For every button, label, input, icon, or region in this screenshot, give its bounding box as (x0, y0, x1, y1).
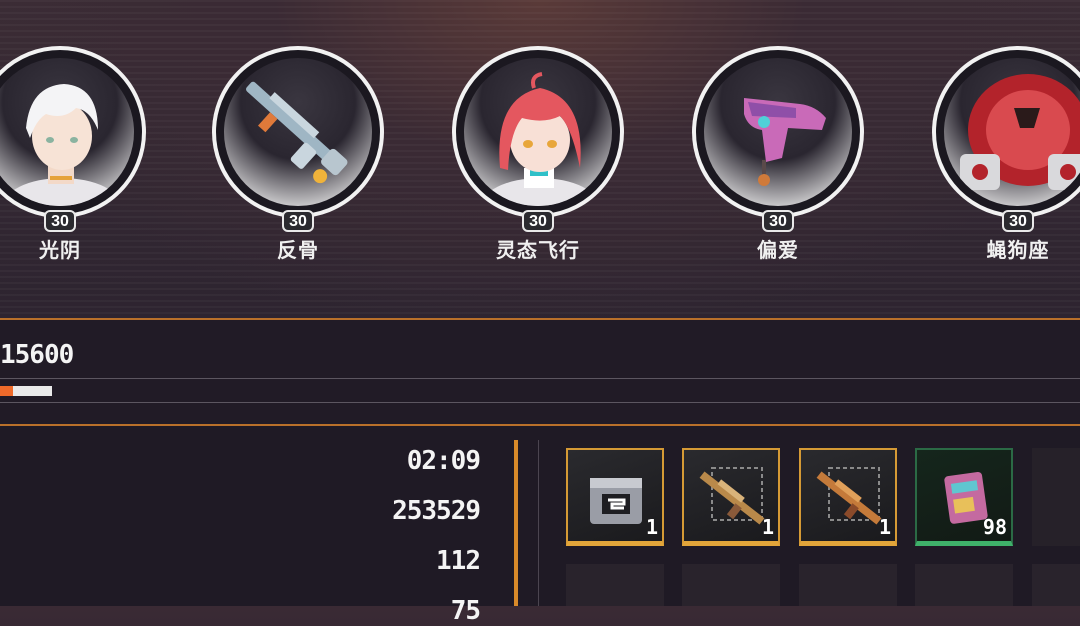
reward-slot-empty (915, 564, 1013, 606)
character-name: 光阴 (39, 240, 81, 262)
portrait-ring (212, 46, 384, 218)
pink-pistol-weapon-icon (744, 98, 826, 186)
character-name: 灵态飞行 (496, 240, 580, 262)
reward-item[interactable]: 1 (682, 448, 780, 546)
panel-divider (514, 440, 518, 606)
level-badge: 30 (1002, 210, 1034, 232)
rifle-weapon-icon (246, 81, 348, 184)
level-badge: 30 (762, 210, 794, 232)
reward-quantity: 1 (878, 515, 891, 539)
stat-extra: 75 (450, 596, 481, 626)
team-slot-2[interactable]: 30 反骨 (212, 46, 392, 276)
reward-quantity: 98 (982, 515, 1007, 539)
team-slot-4[interactable]: 30 偏爱 (692, 46, 872, 276)
progress-fill (0, 386, 13, 396)
reward-slot-empty (799, 564, 897, 606)
character-white-hair-portrait (2, 84, 122, 206)
weapon-name: 偏爱 (757, 240, 799, 262)
reward-item[interactable]: 1 (799, 448, 897, 546)
team-slot-1[interactable]: 30 光阴 (0, 46, 154, 276)
stat-kills: 112 (436, 546, 481, 576)
level-badge: 30 (522, 210, 554, 232)
progress-bar (0, 386, 52, 396)
team-slot-5[interactable]: 30 蝇狗座 (932, 46, 1080, 276)
reward-slot-empty (682, 564, 780, 606)
divider-line (0, 402, 1080, 403)
reward-slot-empty (1032, 564, 1080, 606)
weapon-name: 反骨 (277, 240, 319, 262)
supply-crate-icon (590, 478, 642, 524)
reward-quantity: 1 (761, 515, 774, 539)
portrait-ring (932, 46, 1080, 218)
level-badge: 30 (44, 210, 76, 232)
portrait-ring (692, 46, 864, 218)
divider-line (0, 378, 1080, 379)
reward-slot-empty (1032, 448, 1080, 546)
character-pink-hair-portrait (480, 72, 600, 206)
stat-damage: 253529 (392, 496, 481, 526)
reward-slot-empty (566, 564, 664, 606)
rifle-blueprint-icon (699, 467, 765, 525)
team-slot-3[interactable]: 30 灵态飞行 (452, 46, 632, 276)
reward-item[interactable]: 1 (566, 448, 664, 546)
score-value: 15600 (0, 340, 74, 370)
character-name: 蝇狗座 (986, 240, 1050, 262)
reward-item[interactable]: 98 (915, 448, 1013, 546)
red-mech-portrait (960, 74, 1080, 190)
score-band (0, 320, 1080, 424)
portrait-ring (452, 46, 624, 218)
portrait-ring (0, 46, 146, 218)
reward-quantity: 1 (645, 515, 658, 539)
panel-divider (538, 440, 539, 606)
stat-time: 02:09 (406, 446, 481, 476)
rifle-blueprint-icon (816, 467, 882, 525)
level-badge: 30 (282, 210, 314, 232)
